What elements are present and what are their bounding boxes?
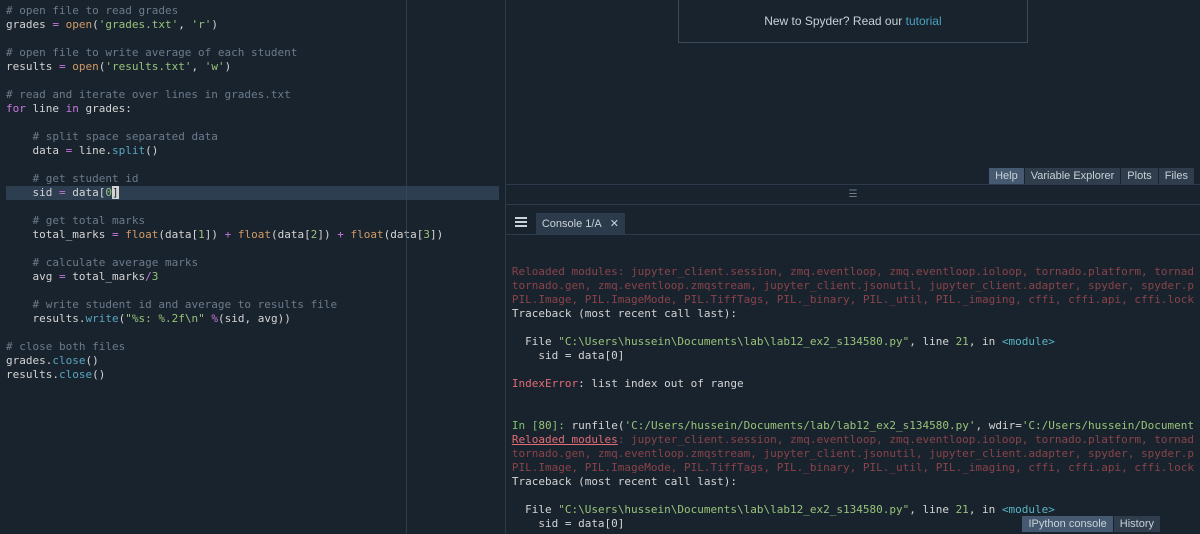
editor-line[interactable]: # split space separated data (6, 130, 499, 144)
editor-line[interactable] (6, 32, 499, 46)
editor-line[interactable]: for line in grades: (6, 102, 499, 116)
console-line: Reloaded modules: jupyter_client.session… (512, 265, 1194, 279)
editor-line[interactable]: grades = open('grades.txt', 'r') (6, 18, 499, 32)
editor-line[interactable]: # open file to write average of each stu… (6, 46, 499, 60)
help-panel: New to Spyder? Read our tutorial HelpVar… (506, 0, 1200, 185)
right-pane-tab[interactable]: Plots (1121, 168, 1157, 184)
console-line: Traceback (most recent call last): (512, 307, 1194, 321)
console-line: Traceback (most recent call last): (512, 475, 1194, 489)
right-pane-tabs: HelpVariable ExplorerPlotsFiles (989, 168, 1194, 184)
console-line: PIL.Image, PIL.ImageMode, PIL.TiffTags, … (512, 293, 1194, 307)
console-bottom-tabs: IPython consoleHistory (1022, 516, 1160, 532)
editor-line[interactable]: # read and iterate over lines in grades.… (6, 88, 499, 102)
editor-line[interactable]: # get student id (6, 172, 499, 186)
right-pane-tab[interactable]: Help (989, 168, 1024, 184)
editor-right-margin-guide (406, 0, 407, 534)
editor-line[interactable]: avg = total_marks/3 (6, 270, 499, 284)
editor-line[interactable]: results = open('results.txt', 'w') (6, 60, 499, 74)
close-icon[interactable]: ✕ (610, 217, 619, 230)
editor-line[interactable] (6, 116, 499, 130)
tutorial-text: New to Spyder? Read our (764, 14, 905, 28)
console-bottom-tab[interactable]: History (1114, 516, 1160, 532)
console-line: sid = data[0] (512, 349, 1194, 363)
pane-toolbar: ☰ (506, 185, 1200, 205)
editor-line[interactable]: # open file to read grades (6, 4, 499, 18)
console-line: IndexError: list index out of range (512, 377, 1194, 391)
console-line: tornado.gen, zmq.eventloop.zmqstream, ju… (512, 447, 1194, 461)
right-pane-tab[interactable]: Files (1159, 168, 1194, 184)
editor-line[interactable]: # get total marks (6, 214, 499, 228)
right-pane-tab[interactable]: Variable Explorer (1025, 168, 1121, 184)
editor-line[interactable]: # write student id and average to result… (6, 298, 499, 312)
console-line: File "C:\Users\hussein\Documents\lab\lab… (512, 335, 1194, 349)
editor-line[interactable]: grades.close() (6, 354, 499, 368)
editor-line[interactable]: results.close() (6, 368, 499, 382)
console-line: File "C:\Users\hussein\Documents\lab\lab… (512, 503, 1194, 517)
console-tab[interactable]: Console 1/A ✕ (536, 213, 625, 234)
console-line: In [80]: runfile('C:/Users/hussein/Docum… (512, 419, 1194, 433)
console-line (512, 363, 1194, 377)
editor-line[interactable]: # calculate average marks (6, 256, 499, 270)
console-line (512, 405, 1194, 419)
console-panel: Console 1/A ✕ Reloaded modules: jupyter_… (506, 205, 1200, 534)
code-editor-pane[interactable]: # open file to read gradesgrades = open(… (0, 0, 505, 534)
hamburger-icon[interactable]: ☰ (848, 189, 857, 200)
editor-line[interactable] (6, 200, 499, 214)
console-line (512, 391, 1194, 405)
console-line: tornado.gen, zmq.eventloop.zmqstream, ju… (512, 279, 1194, 293)
console-line (512, 489, 1194, 503)
editor-line[interactable] (6, 158, 499, 172)
console-line: PIL.Image, PIL.ImageMode, PIL.TiffTags, … (512, 461, 1194, 475)
console-tabbar: Console 1/A ✕ (506, 205, 1200, 235)
tutorial-link[interactable]: tutorial (906, 14, 942, 28)
editor-line[interactable] (6, 74, 499, 88)
editor-line[interactable]: # close both files (6, 340, 499, 354)
right-pane: New to Spyder? Read our tutorial HelpVar… (505, 0, 1200, 534)
tutorial-callout: New to Spyder? Read our tutorial (678, 0, 1028, 43)
editor-line[interactable]: total_marks = float(data[1]) + float(dat… (6, 228, 499, 242)
console-line: Reloaded modules: jupyter_client.session… (512, 433, 1194, 447)
console-menu-icon[interactable] (512, 213, 530, 231)
editor-line[interactable] (6, 242, 499, 256)
editor-line[interactable] (6, 284, 499, 298)
console-output[interactable]: Reloaded modules: jupyter_client.session… (506, 235, 1200, 534)
editor-line[interactable]: sid = data[0] (6, 186, 499, 200)
console-tab-label: Console 1/A (542, 218, 602, 230)
console-bottom-tab[interactable]: IPython console (1022, 516, 1112, 532)
console-line (512, 321, 1194, 335)
editor-line[interactable] (6, 326, 499, 340)
editor-line[interactable]: results.write("%s: %.2f\n" %(sid, avg)) (6, 312, 499, 326)
editor-line[interactable]: data = line.split() (6, 144, 499, 158)
